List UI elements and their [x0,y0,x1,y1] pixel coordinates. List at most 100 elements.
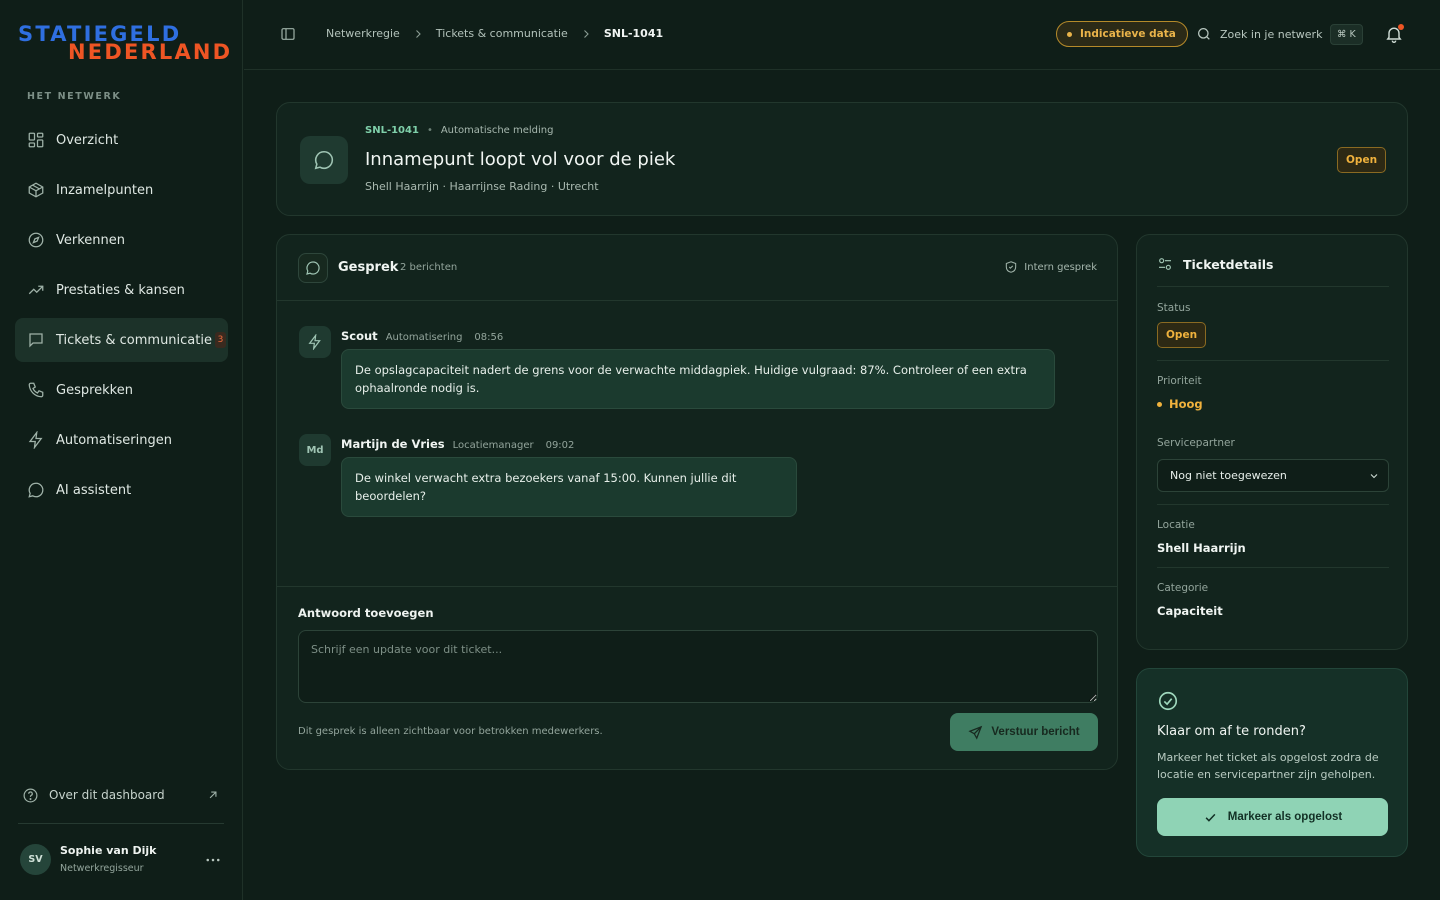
ticket-details-card: Ticketdetails Status Open Prioriteit Hoo… [1136,234,1408,650]
nav-heading: HET NETWERK [27,91,122,102]
status-section: Status Open [1157,286,1389,360]
message-count: 2 berichten [400,262,458,273]
ticket-id: SNL-1041 [365,125,419,136]
sidebar-item-label: Gesprekken [56,382,133,398]
user-name: Sophie van Dijk [60,844,157,857]
resolve-card: Klaar om af te ronden? Markeer het ticke… [1136,668,1408,857]
sidebar-toggle-icon[interactable] [280,26,296,42]
shield-check-icon [1004,260,1018,274]
mark-resolved-label: Markeer als opgelost [1227,811,1343,823]
conversation-card: Gesprek 2 berichten Intern gesprek Scout… [276,234,1118,770]
partner-label: Servicepartner [1157,437,1235,449]
search-shortcut: ⌘ K [1330,24,1363,45]
message-time: 09:02 [545,440,575,451]
notification-dot [1398,24,1404,30]
conversation-header: Gesprek 2 berichten Intern gesprek [277,235,1117,301]
category-value: Capaciteit [1157,604,1223,618]
priority-value: Hoog [1157,397,1203,411]
grid-icon [27,131,45,149]
details-title: Ticketdetails [1183,256,1274,272]
resolve-text: Markeer het ticket als opgelost zodra de… [1157,751,1379,781]
reply-textarea[interactable] [298,630,1098,703]
visibility-label: Intern gesprek [1024,261,1097,273]
sidebar-item-verkennen[interactable]: Verkennen [15,218,228,262]
priority-text: Hoog [1169,397,1203,411]
servicepartner-value: Nog niet toegewezen [1170,469,1287,482]
about-label: Over dit dashboard [49,788,165,802]
message-author: Martijn de Vries [341,437,445,451]
indicative-data-label: Indicatieve data [1080,28,1176,40]
category-section: Categorie Capaciteit [1157,567,1389,630]
meta-separator: • [426,125,433,136]
internal-conversation-indicator: Intern gesprek [1004,260,1097,274]
sidebar-item-automatiseringen[interactable]: Automatiseringen [15,418,228,462]
check-icon [1203,810,1218,825]
sidebar-item-prestaties[interactable]: Prestaties & kansen [15,268,228,312]
ticket-header-card: SNL-1041 • Automatische melding Innamepu… [276,102,1408,216]
main-nav: Overzicht Inzamelpunten Verkennen Presta… [15,118,228,518]
message-bubble: De winkel verwacht extra bezoekers vanaf… [341,457,797,517]
message-item: Scout Automatisering 08:56 De opslagcapa… [299,326,1059,416]
sidebar-item-gesprekken[interactable]: Gesprekken [15,368,228,412]
message-circle-icon [298,253,328,283]
message-circle-icon [300,136,348,184]
priority-dot [1157,401,1162,407]
page-title: Innamepunt loopt vol voor de piek [365,149,676,170]
send-label: Verstuur bericht [991,726,1080,738]
ticket-source: Automatische melding [440,125,554,136]
trend-icon [27,281,45,299]
sidebar-divider [18,823,224,824]
bot-avatar [299,326,331,358]
sidebar-item-label: Automatiseringen [56,432,172,448]
more-horizontal-icon[interactable] [204,851,222,869]
send-message-button[interactable]: Verstuur bericht [950,713,1098,751]
avatar: SV [20,844,51,875]
sidebar-item-ai-assistent[interactable]: AI assistent [15,468,228,512]
bolt-icon [27,431,45,449]
topbar: Netwerkregie Tickets & communicatie SNL-… [244,0,1440,70]
message-author-role: Locatiemanager [452,440,534,451]
reply-divider [277,586,1117,587]
message-header: Scout Automatisering 08:56 [341,329,503,343]
breadcrumb-item[interactable]: Netwerkregie [326,27,400,40]
bolt-icon [307,334,323,350]
brand-logo[interactable]: STATIEGELD NEDERLAND [18,22,230,64]
sidebar-item-label: AI assistent [56,482,132,498]
user-profile[interactable]: SV Sophie van Dijk Netwerkregisseur [20,843,224,877]
help-circle-icon [22,787,39,804]
sidebar: STATIEGELD NEDERLAND HET NETWERK Overzic… [0,0,243,900]
priority-label: Prioriteit [1157,375,1202,387]
mark-resolved-button[interactable]: Markeer als opgelost [1157,798,1388,836]
send-icon [968,725,983,740]
check-circle-icon [1157,690,1179,712]
avatar: Md [299,434,331,466]
sidebar-item-inzamelpunten[interactable]: Inzamelpunten [15,168,228,212]
sliders-icon [1157,256,1173,272]
sidebar-item-tickets[interactable]: Tickets & communicatie 3 [15,318,228,362]
status-badge: Open [1337,147,1387,173]
phone-icon [27,381,45,399]
message-icon [27,331,45,349]
ticket-meta: SNL-1041 • Automatische melding [365,125,554,136]
servicepartner-select[interactable]: Nog niet toegewezen [1157,459,1389,492]
search-icon [1196,26,1212,42]
partner-section: Servicepartner Nog niet toegewezen [1157,423,1389,504]
sidebar-item-label: Prestaties & kansen [56,282,185,298]
location-section: Locatie Shell Haarrijn [1157,504,1389,567]
box-icon [27,181,45,199]
sidebar-item-label: Inzamelpunten [56,182,154,198]
priority-section: Prioriteit Hoog [1157,360,1389,423]
about-dashboard-link[interactable]: Over dit dashboard [22,785,220,805]
message-item: Md Martijn de Vries Locatiemanager 09:02… [299,434,1059,517]
message-bubble: De opslagcapaciteit nadert de grens voor… [341,349,1055,409]
sidebar-item-overzicht[interactable]: Overzicht [15,118,228,162]
chevron-right-icon [580,28,592,40]
details-header: Ticketdetails [1157,256,1274,272]
chevron-down-icon [1368,470,1380,482]
external-link-icon [206,788,220,802]
location-label: Locatie [1157,519,1195,531]
message-author: Scout [341,329,378,343]
search-button[interactable]: Zoek in je netwerk [1196,24,1322,44]
breadcrumb-item[interactable]: Tickets & communicatie [436,27,568,40]
resolve-title: Klaar om af te ronden? [1157,724,1306,739]
